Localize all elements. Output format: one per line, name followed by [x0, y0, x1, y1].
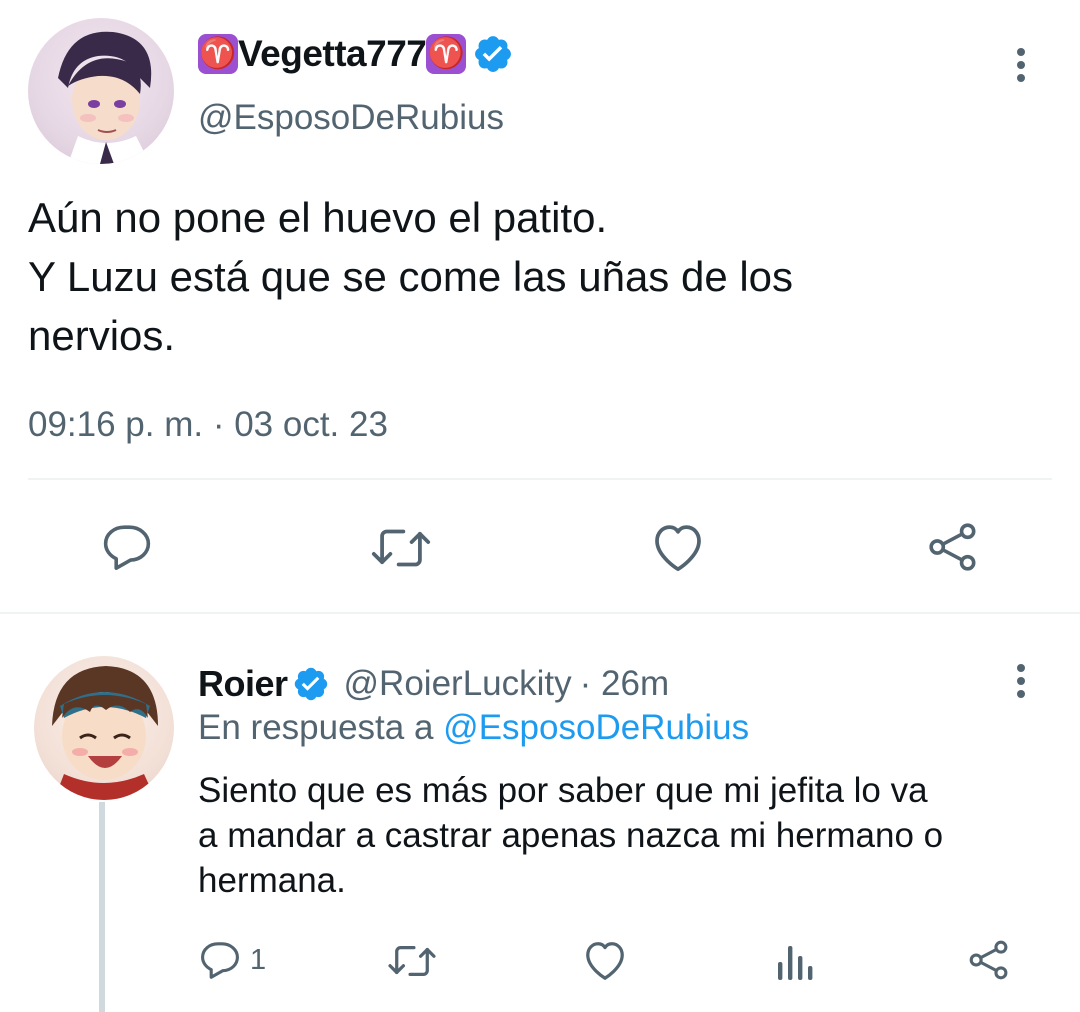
reply-icon[interactable]	[100, 520, 154, 574]
reply-author-row[interactable]: Roier @RoierLuckity · 26m	[198, 663, 669, 705]
replying-to: En respuesta a @EsposoDeRubius	[198, 708, 749, 748]
tweet-text-line: Aún no pone el huevo el patito.	[28, 194, 608, 241]
avatar-illustration	[52, 666, 158, 800]
reply-count: 1	[250, 943, 267, 976]
reply-display-name[interactable]: Roier	[198, 663, 288, 705]
tweet-text: Aún no pone el huevo el patito. Y Luzu e…	[28, 188, 1058, 365]
reply-author-avatar[interactable]	[34, 656, 174, 800]
replying-to-link[interactable]: @EsposoDeRubius	[443, 708, 749, 747]
tweet-timestamp[interactable]: 09:16 p. m. · 03 oct. 23	[28, 405, 388, 445]
aries-emoji-icon: ♈	[198, 34, 238, 74]
replying-to-prefix: En respuesta a	[198, 708, 434, 747]
verified-badge-icon	[292, 665, 330, 703]
like-icon[interactable]	[650, 520, 706, 574]
share-icon[interactable]	[966, 938, 1012, 982]
reply-text-line: Siento que es más por saber que mi jefit…	[198, 771, 928, 810]
like-icon[interactable]	[582, 938, 628, 982]
avatar-illustration	[58, 31, 152, 164]
share-icon[interactable]	[925, 520, 981, 574]
verified-badge-icon	[472, 33, 514, 75]
reply-text-line: hermana.	[198, 861, 346, 900]
reply-button[interactable]: 1	[198, 938, 266, 982]
author-name-row[interactable]: ♈ Vegetta777 ♈	[198, 33, 514, 75]
reply-time[interactable]: · 26m	[580, 664, 669, 704]
views-icon[interactable]	[776, 940, 816, 982]
reply-handle[interactable]: @RoierLuckity	[344, 664, 572, 704]
tweet-text-line: nervios.	[28, 312, 176, 359]
reply-text-line: a mandar a castrar apenas nazca mi herma…	[198, 816, 944, 855]
divider	[0, 612, 1080, 614]
more-options-icon[interactable]	[1012, 662, 1030, 707]
tweet-text-line: Y Luzu está que se come las uñas de los	[28, 253, 794, 300]
author-handle[interactable]: @EsposoDeRubius	[198, 98, 504, 138]
retweet-icon[interactable]	[370, 522, 432, 574]
retweet-icon[interactable]	[386, 940, 438, 982]
divider	[28, 478, 1052, 480]
author-avatar[interactable]	[28, 18, 174, 164]
reply-text: Siento que es más por saber que mi jefit…	[198, 768, 1058, 903]
thread-line	[99, 802, 105, 1012]
more-options-icon[interactable]	[1012, 46, 1030, 91]
aries-emoji-icon: ♈	[426, 34, 467, 74]
reply-icon[interactable]	[198, 938, 242, 982]
author-display-name[interactable]: Vegetta777	[238, 33, 427, 75]
